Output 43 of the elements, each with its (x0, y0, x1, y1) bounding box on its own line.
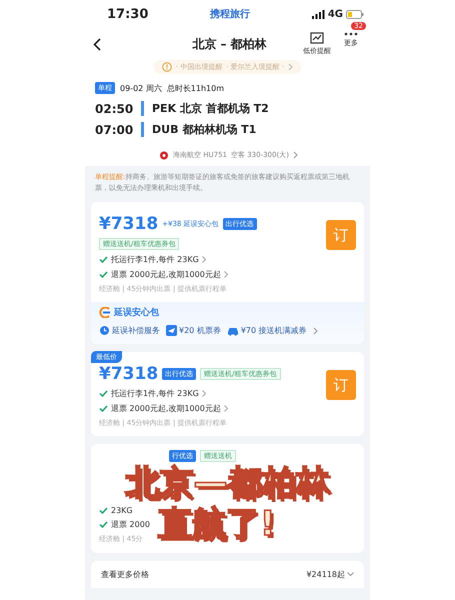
caption-text: 北京—都柏林 (126, 464, 330, 504)
more-prices-row[interactable]: 查看更多价格 ¥24118起 (91, 560, 364, 588)
chevron-right-icon (224, 405, 228, 412)
airport-name: DUB 都柏林机场 T1 (141, 122, 256, 137)
perk-item[interactable]: 退票 2000元起,改期1000元起 (99, 403, 326, 414)
plane-icon (166, 325, 177, 336)
airport-name: PEK 北京 首都机场 T2 (141, 101, 269, 116)
chevron-down-icon (347, 572, 354, 577)
chevron-right-icon (202, 256, 206, 264)
perk-item[interactable]: 托运行李1件,每件 23KG (99, 388, 326, 400)
flight-time: 02:50 (95, 102, 133, 116)
chevron-right-icon (202, 390, 206, 398)
package-title: 延误安心包 (114, 306, 159, 320)
airline-logo-icon (159, 150, 169, 160)
perk-item[interactable]: 退票 2000 (99, 519, 150, 530)
perk-item[interactable]: 托运行李1件,每件 23KG (99, 254, 326, 266)
status-time: 17:30 (107, 6, 148, 22)
app-name: 携程旅行 (210, 8, 250, 21)
back-icon[interactable] (93, 38, 101, 50)
clock-icon (99, 325, 110, 336)
price: ¥7318 (99, 214, 158, 234)
caption-text: 直航了! (158, 505, 276, 545)
chevron-right-icon (292, 151, 298, 159)
flight-date: 09-02 周六 (120, 82, 162, 94)
package-item[interactable]: ¥20 机票券 (166, 325, 221, 336)
package-item[interactable]: 延误补偿服务 (99, 325, 160, 336)
signal-icon (312, 10, 325, 18)
flight-duration: 总时长11h10m (166, 82, 224, 94)
network-label: 4G (328, 8, 343, 20)
perk-item[interactable]: 23KG (99, 506, 150, 516)
chevron-right-icon (312, 326, 318, 335)
chevron-right-icon (224, 271, 228, 278)
package-item[interactable]: ¥70 接送机满减券 (226, 325, 307, 336)
more-icon (344, 32, 358, 36)
info-icon (162, 62, 172, 72)
perk-item[interactable]: 退票 2000元起,改期1000元起 (99, 269, 326, 280)
price: ¥7318 (99, 364, 158, 384)
chevron-right-icon (288, 63, 294, 71)
chart-icon (310, 32, 324, 44)
flight-time: 07:00 (95, 122, 133, 136)
page-title: 北京 – 都柏林 (192, 36, 267, 52)
battery-icon (346, 10, 364, 18)
car-icon (226, 326, 239, 336)
